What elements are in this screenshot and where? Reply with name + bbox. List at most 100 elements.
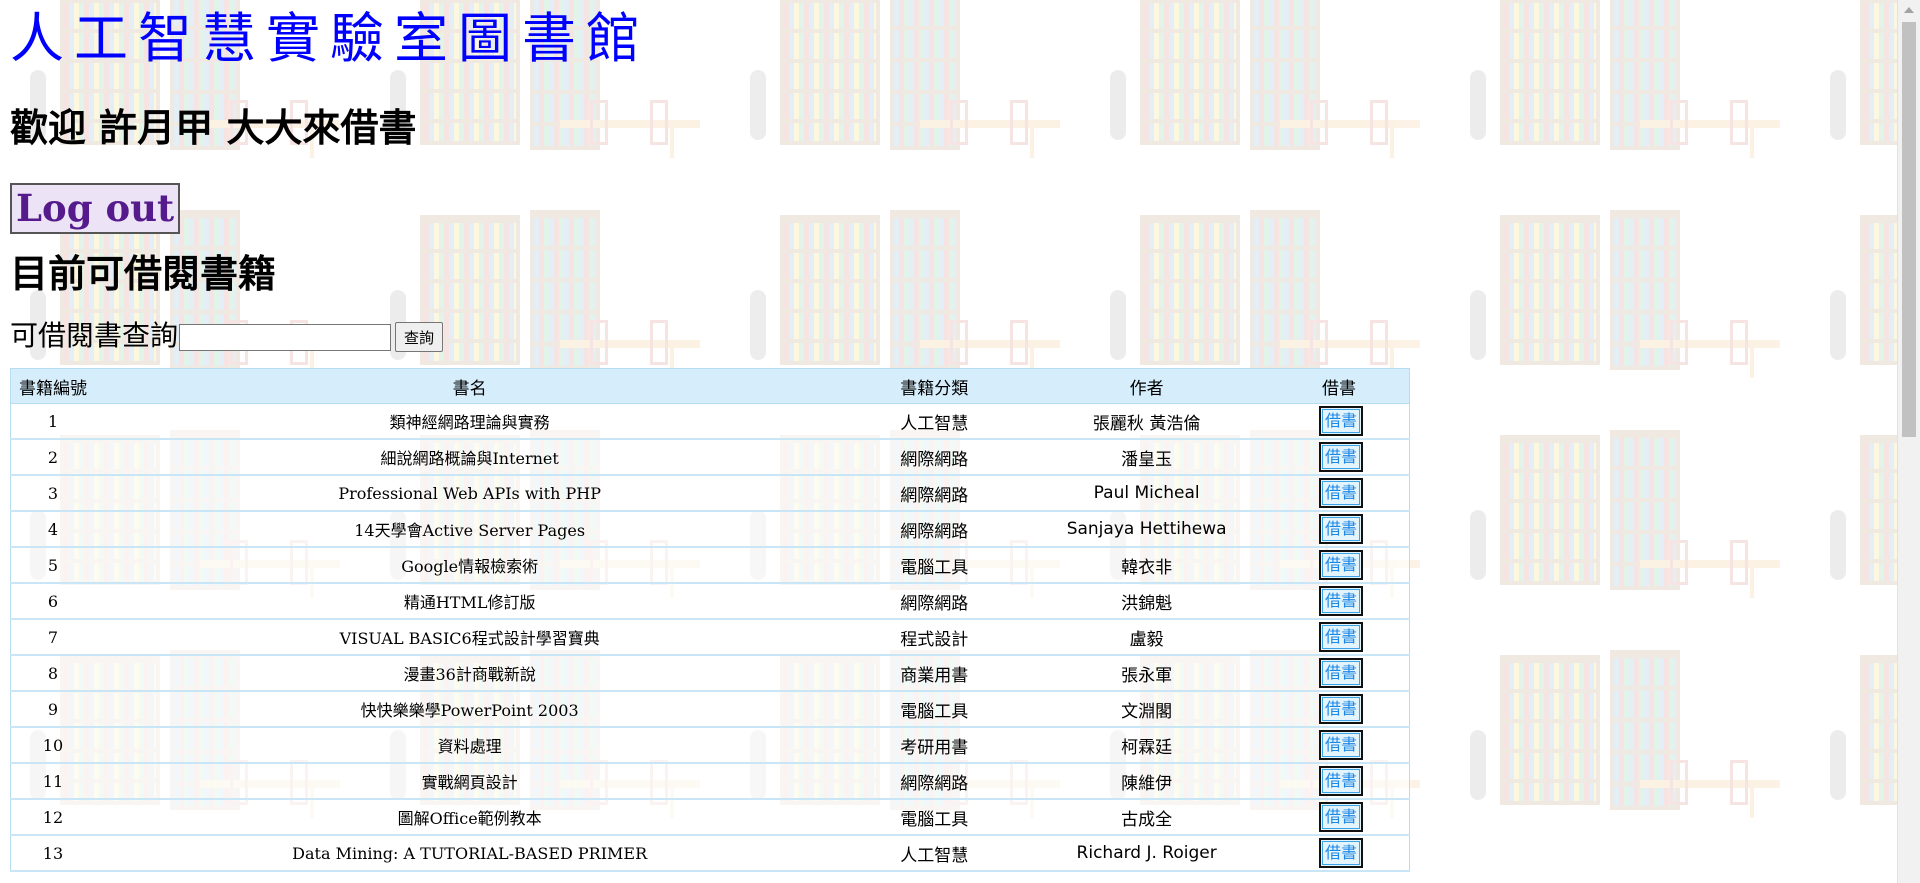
- vertical-scrollbar[interactable]: [1897, 0, 1920, 883]
- search-input[interactable]: [179, 324, 392, 351]
- table-row: 4 14天學會Active Server Pages 網際網路 Sanjaya Het…: [9, 511, 1411, 548]
- table-row: 1 類神經網路理論與實務 人工智慧 張麗秋 黃浩倫 借書: [9, 403, 1411, 440]
- book-category-cell: 人工智慧: [844, 835, 1025, 872]
- book-id-cell: 9: [9, 691, 95, 728]
- borrow-cell: 借書: [1269, 799, 1411, 836]
- book-category-cell: 網際網路: [844, 439, 1025, 476]
- book-id-cell: 8: [9, 655, 95, 692]
- table-row: 8 漫畫36計商戰新說 商業用書 張永軍 借書: [9, 655, 1411, 692]
- book-title-cell: 類神經網路理論與實務: [94, 403, 845, 440]
- book-category-cell: 網際網路: [844, 583, 1025, 620]
- borrow-button[interactable]: 借書: [1319, 514, 1364, 544]
- book-title-cell: 14天學會Active Server Pages: [94, 511, 845, 548]
- table-row: 11 實戰網頁設計 網際網路 陳維伊 借書: [9, 763, 1411, 800]
- borrow-button[interactable]: 借書: [1319, 838, 1364, 868]
- header-book-title: 書名: [94, 368, 845, 404]
- borrow-button[interactable]: 借書: [1319, 586, 1364, 616]
- book-title-cell: VISUAL BASIC6程式設計學習寶典: [94, 619, 845, 656]
- book-title-cell: Data Mining: A TUTORIAL-BASED PRIMER: [94, 835, 845, 872]
- borrow-cell: 借書: [1269, 475, 1411, 512]
- borrow-cell: 借書: [1269, 763, 1411, 800]
- section-title: 目前可借閱書籍: [10, 252, 277, 296]
- borrow-cell: 借書: [1269, 511, 1411, 548]
- book-title-cell: 漫畫36計商戰新說: [94, 655, 845, 692]
- book-title-cell: Google情報檢索術: [94, 547, 845, 584]
- borrow-cell: 借書: [1269, 619, 1411, 656]
- table-row: 2 細說網路概論與Internet 網際網路 潘皇玉 借書: [9, 439, 1411, 476]
- scroll-up-arrow-icon[interactable]: [1904, 7, 1914, 13]
- table-row: 5 Google情報檢索術 電腦工具 韓衣非 借書: [9, 547, 1411, 584]
- borrow-button[interactable]: 借書: [1319, 478, 1364, 508]
- book-author-cell: 柯霖廷: [1024, 727, 1270, 764]
- logout-button[interactable]: Log out: [10, 183, 181, 234]
- book-id-cell: 11: [9, 763, 95, 800]
- book-id-cell: 10: [9, 727, 95, 764]
- book-author-cell: 張永軍: [1024, 655, 1270, 692]
- borrow-cell: 借書: [1269, 439, 1411, 476]
- book-category-cell: 電腦工具: [844, 547, 1025, 584]
- book-title-cell: 細說網路概論與Internet: [94, 439, 845, 476]
- book-title-cell: 快快樂樂學PowerPoint 2003: [94, 691, 845, 728]
- book-id-cell: 3: [9, 475, 95, 512]
- table-row: 6 精通HTML修訂版 網際網路 洪錦魁 借書: [9, 583, 1411, 620]
- borrow-cell: 借書: [1269, 691, 1411, 728]
- search-label: 可借閱書查詢: [10, 319, 179, 352]
- borrow-cell: 借書: [1269, 727, 1411, 764]
- book-author-cell: Richard J. Roiger: [1024, 835, 1270, 872]
- book-title-cell: 精通HTML修訂版: [94, 583, 845, 620]
- table-header-row: 書籍編號 書名 書籍分類 作者 借書: [9, 368, 1411, 404]
- borrow-cell: 借書: [1269, 403, 1411, 440]
- book-category-cell: 電腦工具: [844, 799, 1025, 836]
- book-author-cell: 韓衣非: [1024, 547, 1270, 584]
- book-category-cell: 考研用書: [844, 727, 1025, 764]
- book-category-cell: 電腦工具: [844, 691, 1025, 728]
- borrow-button[interactable]: 借書: [1319, 730, 1364, 760]
- book-author-cell: 洪錦魁: [1024, 583, 1270, 620]
- book-author-cell: Paul Micheal: [1024, 475, 1270, 512]
- book-id-cell: 5: [9, 547, 95, 584]
- book-id-cell: 13: [9, 835, 95, 872]
- search-button[interactable]: 查詢: [395, 322, 444, 352]
- search-form: 可借閱書查詢 查詢: [10, 318, 1920, 352]
- site-title: 人工智慧實驗室圖書館: [10, 7, 650, 70]
- page-content: 人工智慧實驗室圖書館 歡迎 許月甲 大大來借書 Log out 目前可借閱書籍 …: [0, 0, 1920, 872]
- borrow-button[interactable]: 借書: [1319, 766, 1364, 796]
- book-category-cell: 網際網路: [844, 511, 1025, 548]
- book-id-cell: 4: [9, 511, 95, 548]
- borrow-button[interactable]: 借書: [1319, 694, 1364, 724]
- borrow-button[interactable]: 借書: [1319, 442, 1364, 472]
- header-book-id: 書籍編號: [9, 368, 95, 404]
- book-author-cell: 文淵閣: [1024, 691, 1270, 728]
- borrow-button[interactable]: 借書: [1319, 406, 1364, 436]
- borrow-cell: 借書: [1269, 583, 1411, 620]
- book-author-cell: 古成全: [1024, 799, 1270, 836]
- borrow-button[interactable]: 借書: [1319, 802, 1364, 832]
- borrow-button[interactable]: 借書: [1319, 622, 1364, 652]
- book-title-cell: 實戰網頁設計: [94, 763, 845, 800]
- header-book-category: 書籍分類: [844, 368, 1025, 404]
- book-author-cell: 陳維伊: [1024, 763, 1270, 800]
- borrow-cell: 借書: [1269, 835, 1411, 872]
- book-category-cell: 網際網路: [844, 475, 1025, 512]
- welcome-message: 歡迎 許月甲 大大來借書: [10, 106, 417, 150]
- book-category-cell: 程式設計: [844, 619, 1025, 656]
- table-row: 10 資料處理 考研用書 柯霖廷 借書: [9, 727, 1411, 764]
- header-borrow: 借書: [1269, 368, 1411, 404]
- borrow-cell: 借書: [1269, 655, 1411, 692]
- table-row: 13 Data Mining: A TUTORIAL-BASED PRIMER 人工…: [9, 835, 1411, 872]
- book-title-cell: 圖解Office範例教本: [94, 799, 845, 836]
- book-author-cell: Sanjaya Hettihewa: [1024, 511, 1270, 548]
- borrow-button[interactable]: 借書: [1319, 658, 1364, 688]
- scrollbar-thumb[interactable]: [1902, 22, 1916, 437]
- borrow-cell: 借書: [1269, 547, 1411, 584]
- header-book-author: 作者: [1024, 368, 1270, 404]
- borrow-button[interactable]: 借書: [1319, 550, 1364, 580]
- table-row: 12 圖解Office範例教本 電腦工具 古成全 借書: [9, 799, 1411, 836]
- book-id-cell: 2: [9, 439, 95, 476]
- table-row: 3 Professional Web APIs with PHP 網際網路 Paul …: [9, 475, 1411, 512]
- book-author-cell: 張麗秋 黃浩倫: [1024, 403, 1270, 440]
- table-row: 9 快快樂樂學PowerPoint 2003 電腦工具 文淵閣 借書: [9, 691, 1411, 728]
- book-title-cell: Professional Web APIs with PHP: [94, 475, 845, 512]
- book-id-cell: 1: [9, 403, 95, 440]
- book-id-cell: 6: [9, 583, 95, 620]
